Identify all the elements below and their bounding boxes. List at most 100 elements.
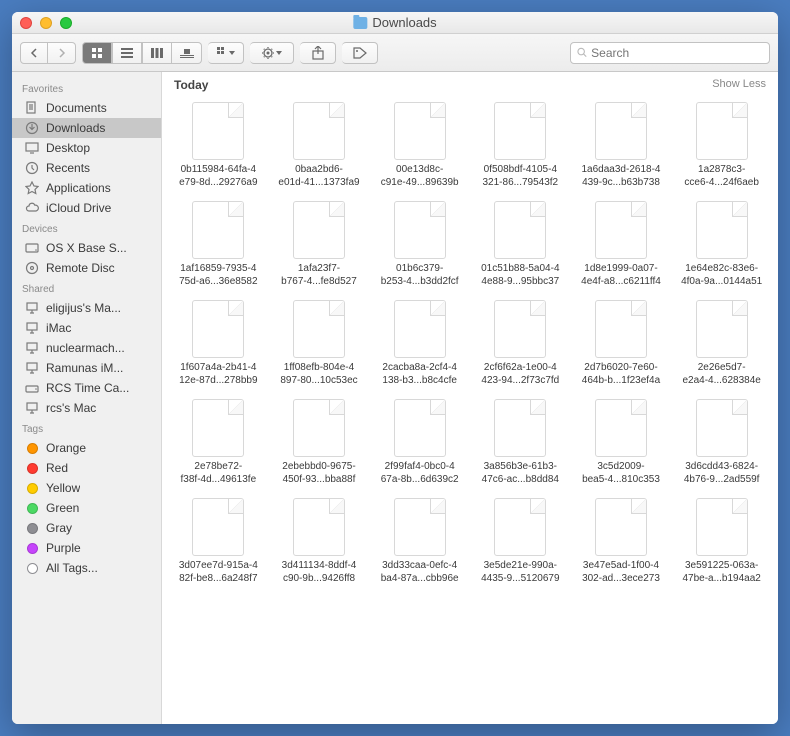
sidebar-section-header: Shared xyxy=(12,278,161,298)
file-icon xyxy=(394,102,446,160)
sidebar-item[interactable]: Purple xyxy=(12,538,161,558)
search-input[interactable] xyxy=(591,46,763,60)
tag-dot-icon xyxy=(24,561,40,575)
file-item[interactable]: 0f508bdf-4105-4321-86...79543f2 xyxy=(472,102,569,189)
sidebar-item[interactable]: Recents xyxy=(12,158,161,178)
file-icon xyxy=(494,201,546,259)
file-item[interactable]: 1af16859-7935-475d-a6...36e8582 xyxy=(170,201,267,288)
sidebar-item-label: Green xyxy=(46,501,79,515)
file-item[interactable]: 0b115984-64fa-4e79-8d...29276a9 xyxy=(170,102,267,189)
sidebar-item[interactable]: iMac xyxy=(12,318,161,338)
file-item[interactable]: 2cacba8a-2cf4-4138-b3...b8c4cfe xyxy=(371,300,468,387)
minimize-button[interactable] xyxy=(40,17,52,29)
file-item[interactable]: 3e591225-063a-47be-a...b194aa2 xyxy=(673,498,770,585)
sidebar-item[interactable]: Green xyxy=(12,498,161,518)
arrange-button[interactable] xyxy=(208,42,244,64)
tag-dot-icon xyxy=(24,541,40,555)
file-item[interactable]: 3c5d2009-bea5-4...810c353 xyxy=(573,399,670,486)
sidebar-item[interactable]: Applications xyxy=(12,178,161,198)
tag-dot-icon xyxy=(24,521,40,535)
content-area: FavoritesDocumentsDownloadsDesktopRecent… xyxy=(12,72,778,724)
sidebar-item[interactable]: Red xyxy=(12,458,161,478)
action-group xyxy=(250,42,294,64)
tag-dot xyxy=(27,523,38,534)
forward-button[interactable] xyxy=(48,42,76,64)
sidebar-item[interactable]: RCS Time Ca... xyxy=(12,378,161,398)
share-button[interactable] xyxy=(300,42,336,64)
sidebar-item[interactable]: OS X Base S... xyxy=(12,238,161,258)
icon-view-button[interactable] xyxy=(82,42,112,64)
file-icon xyxy=(293,498,345,556)
file-item[interactable]: 2d7b6020-7e60-464b-b...1f23ef4a xyxy=(573,300,670,387)
file-item[interactable]: 3d6cdd43-6824-4b76-9...2ad559f xyxy=(673,399,770,486)
file-item[interactable]: 3d07ee7d-915a-482f-be8...6a248f7 xyxy=(170,498,267,585)
file-item[interactable]: 2e78be72-f38f-4d...49613fe xyxy=(170,399,267,486)
sidebar-item[interactable]: Orange xyxy=(12,438,161,458)
file-item[interactable]: 3e47e5ad-1f00-4302-ad...3ece273 xyxy=(573,498,670,585)
file-item[interactable]: 3d411134-8ddf-4c90-9b...9426ff8 xyxy=(271,498,368,585)
file-item[interactable]: 3a856b3e-61b3-47c6-ac...b8dd84 xyxy=(472,399,569,486)
sidebar-item[interactable]: Yellow xyxy=(12,478,161,498)
close-button[interactable] xyxy=(20,17,32,29)
sidebar-item[interactable]: Remote Disc xyxy=(12,258,161,278)
back-button[interactable] xyxy=(20,42,48,64)
search-box[interactable] xyxy=(570,42,770,64)
file-item[interactable]: 1a2878c3-cce6-4...24f6aeb xyxy=(673,102,770,189)
column-view-button[interactable] xyxy=(142,42,172,64)
file-item[interactable]: 1afa23f7-b767-4...fe8d527 xyxy=(271,201,368,288)
coverflow-view-button[interactable] xyxy=(172,42,202,64)
tag-dot xyxy=(27,463,38,474)
share-group xyxy=(300,42,336,64)
file-item[interactable]: 2e26e5d7-e2a4-4...628384e xyxy=(673,300,770,387)
file-name: 2cacba8a-2cf4-4138-b3...b8c4cfe xyxy=(382,362,457,387)
file-name: 1d8e1999-0a07-4e4f-a8...c6211ff4 xyxy=(581,263,661,288)
sidebar-item[interactable]: Gray xyxy=(12,518,161,538)
sidebar-item[interactable]: Downloads xyxy=(12,118,161,138)
file-item[interactable]: 00e13d8c-c91e-49...89639b xyxy=(371,102,468,189)
file-item[interactable]: 0baa2bd6-e01d-41...1373fa9 xyxy=(271,102,368,189)
file-item[interactable]: 2f99faf4-0bc0-467a-8b...6d639c2 xyxy=(371,399,468,486)
sidebar-item[interactable]: Ramunas iM... xyxy=(12,358,161,378)
file-item[interactable]: 1a6daa3d-2618-4439-9c...b63b738 xyxy=(573,102,670,189)
sidebar-item[interactable]: nuclearmach... xyxy=(12,338,161,358)
file-item[interactable]: 01c51b88-5a04-44e88-9...95bbc37 xyxy=(472,201,569,288)
file-item[interactable]: 1f607a4a-2b41-412e-87d...278bb9 xyxy=(170,300,267,387)
file-icon xyxy=(696,201,748,259)
titlebar[interactable]: Downloads xyxy=(12,12,778,34)
sidebar-item-label: eligijus's Ma... xyxy=(46,301,121,315)
file-item[interactable]: 1d8e1999-0a07-4e4f-a8...c6211ff4 xyxy=(573,201,670,288)
sidebar-item-label: All Tags... xyxy=(46,561,98,575)
show-less-button[interactable]: Show Less xyxy=(712,78,766,92)
chevron-right-icon xyxy=(58,48,66,58)
finder-window: Downloads xyxy=(12,12,778,724)
file-name: 3dd33caa-0efc-4ba4-87a...cbb96e xyxy=(381,560,459,585)
sidebar-item[interactable]: Desktop xyxy=(12,138,161,158)
tag-dot xyxy=(27,503,38,514)
file-item[interactable]: 2cf6f62a-1e00-4423-94...2f73c7fd xyxy=(472,300,569,387)
file-icon xyxy=(192,399,244,457)
main-pane[interactable]: Today Show Less 0b115984-64fa-4e79-8d...… xyxy=(162,72,778,724)
sidebar-item[interactable]: All Tags... xyxy=(12,558,161,578)
file-item[interactable]: 3dd33caa-0efc-4ba4-87a...cbb96e xyxy=(371,498,468,585)
tag-dot xyxy=(27,543,38,554)
file-icon xyxy=(394,399,446,457)
sidebar-item[interactable]: iCloud Drive xyxy=(12,198,161,218)
action-button[interactable] xyxy=(250,42,294,64)
sidebar-item-label: RCS Time Ca... xyxy=(46,381,129,395)
zoom-button[interactable] xyxy=(60,17,72,29)
sidebar-section-header: Tags xyxy=(12,418,161,438)
sidebar-item[interactable]: Documents xyxy=(12,98,161,118)
file-item[interactable]: 1e64e82c-83e6-4f0a-9a...0144a51 xyxy=(673,201,770,288)
sidebar-item[interactable]: rcs's Mac xyxy=(12,398,161,418)
list-view-button[interactable] xyxy=(112,42,142,64)
sidebar-section-header: Favorites xyxy=(12,78,161,98)
desktop-icon xyxy=(24,141,40,155)
file-icon xyxy=(696,498,748,556)
file-item[interactable]: 2ebebbd0-9675-450f-93...bba88f xyxy=(271,399,368,486)
tags-button[interactable] xyxy=(342,42,378,64)
file-item[interactable]: 01b6c379-b253-4...b3dd2fcf xyxy=(371,201,468,288)
file-name: 3d411134-8ddf-4c90-9b...9426ff8 xyxy=(282,560,357,585)
file-item[interactable]: 1ff08efb-804e-4897-80...10c53ec xyxy=(271,300,368,387)
file-item[interactable]: 3e5de21e-990a-4435-9...5120679 xyxy=(472,498,569,585)
sidebar-item[interactable]: eligijus's Ma... xyxy=(12,298,161,318)
